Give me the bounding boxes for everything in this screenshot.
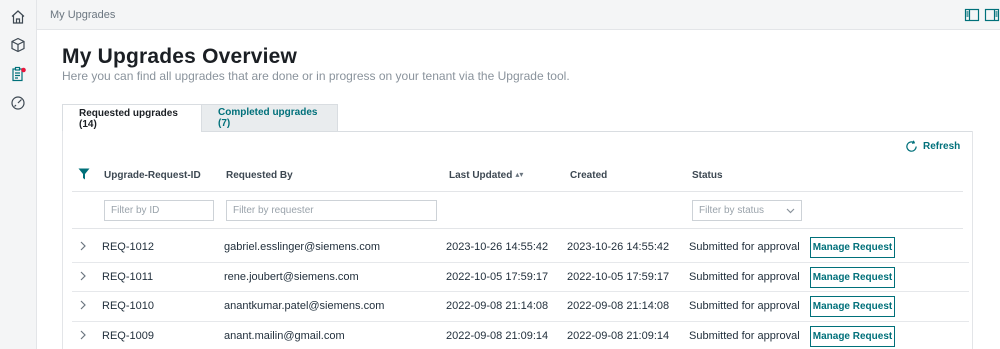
table-row: REQ-1010 anantkumar.patel@siemens.com 20… <box>72 292 969 322</box>
cell-requested-by: anant.mailin@gmail.com <box>224 329 345 342</box>
refresh-label: Refresh <box>923 141 961 152</box>
cell-request-id: REQ-1011 <box>102 270 154 283</box>
cell-request-id: REQ-1009 <box>102 329 154 342</box>
cell-status: Submitted for approval <box>689 241 800 253</box>
upgrades-clipboard-icon[interactable] <box>7 63 29 85</box>
sidebar <box>0 0 37 349</box>
cell-created: 2022-09-08 21:14:08 <box>567 300 670 312</box>
refresh-icon <box>906 140 917 152</box>
tab-divider <box>202 131 973 132</box>
cell-request-id: REQ-1010 <box>102 300 154 312</box>
top-bar: My Upgrades <box>37 0 1000 30</box>
column-header-id[interactable]: Upgrade-Request-ID <box>104 170 201 181</box>
expand-chevron-icon[interactable] <box>78 329 88 341</box>
manage-request-button[interactable]: Manage Request <box>810 237 895 258</box>
cell-request-id: REQ-1012 <box>102 241 154 253</box>
cell-requested-by: gabriel.esslinger@siemens.com <box>224 241 381 253</box>
column-header-status[interactable]: Status <box>692 170 723 181</box>
cell-created: 2023-10-26 14:55:42 <box>567 241 670 253</box>
column-header-last-updated[interactable]: Last Updated ▴▾ <box>449 170 523 181</box>
cell-status: Submitted for approval <box>689 329 800 342</box>
panel-border-right <box>972 131 973 349</box>
filter-divider <box>72 228 963 229</box>
cell-requested-by: rene.joubert@siemens.com <box>224 270 359 283</box>
home-icon[interactable] <box>7 6 29 28</box>
column-header-requested-by[interactable]: Requested By <box>226 170 293 181</box>
tab-bar: Requested upgrades (14) Completed upgrad… <box>62 104 338 132</box>
cell-last-updated: 2022-10-05 17:59:17 <box>446 270 549 283</box>
refresh-button[interactable]: Refresh <box>905 140 960 153</box>
tab-completed-upgrades[interactable]: Completed upgrades (7) <box>202 104 338 132</box>
package-icon[interactable] <box>7 34 29 56</box>
column-header-last-updated-label: Last Updated <box>449 170 513 181</box>
filter-funnel-icon[interactable] <box>78 168 90 180</box>
gauge-icon[interactable] <box>7 92 29 114</box>
request-table-body: REQ-1012 gabriel.esslinger@siemens.com 2… <box>72 233 969 349</box>
table-row: REQ-1011 rene.joubert@siemens.com 2022-1… <box>72 263 969 292</box>
cell-status: Submitted for approval <box>689 270 800 283</box>
page-subtitle: Here you can find all upgrades that are … <box>62 69 570 83</box>
cell-created: 2022-09-08 21:09:14 <box>567 329 670 342</box>
tab-requested-upgrades[interactable]: Requested upgrades (14) <box>62 104 202 132</box>
filter-requester-input[interactable] <box>226 200 437 221</box>
sort-icon[interactable]: ▴▾ <box>515 170 523 179</box>
column-header-created[interactable]: Created <box>570 170 607 181</box>
cell-created: 2022-10-05 17:59:17 <box>567 270 670 283</box>
cell-status: Submitted for approval <box>689 300 800 312</box>
table-row: REQ-1009 anant.mailin@gmail.com 2022-09-… <box>72 322 969 349</box>
page-title: My Upgrades Overview <box>62 45 298 68</box>
cell-last-updated: 2022-09-08 21:14:08 <box>446 300 549 312</box>
cell-last-updated: 2022-09-08 21:09:14 <box>446 329 549 342</box>
cell-last-updated: 2023-10-26 14:55:42 <box>446 241 549 253</box>
chevron-down-icon <box>786 208 795 213</box>
expand-chevron-icon[interactable] <box>78 299 88 311</box>
filter-status-select[interactable]: Filter by status <box>692 200 802 221</box>
header-divider <box>72 191 963 192</box>
breadcrumb-title: My Upgrades <box>50 9 116 21</box>
manage-request-button[interactable]: Manage Request <box>810 325 895 347</box>
expand-chevron-icon[interactable] <box>78 270 88 282</box>
expand-chevron-icon[interactable] <box>78 240 88 252</box>
filter-id-input[interactable] <box>104 200 214 221</box>
table-row: REQ-1012 gabriel.esslinger@siemens.com 2… <box>72 233 969 263</box>
manage-request-button[interactable]: Manage Request <box>810 296 895 317</box>
sidebar-left-toggle-icon[interactable] <box>964 7 980 23</box>
panel-border-left <box>62 131 63 349</box>
cell-requested-by: anantkumar.patel@siemens.com <box>224 300 385 312</box>
manage-request-button[interactable]: Manage Request <box>810 266 895 288</box>
sidebar-right-toggle-icon[interactable] <box>984 7 1000 23</box>
filter-status-placeholder: Filter by status <box>699 205 765 216</box>
